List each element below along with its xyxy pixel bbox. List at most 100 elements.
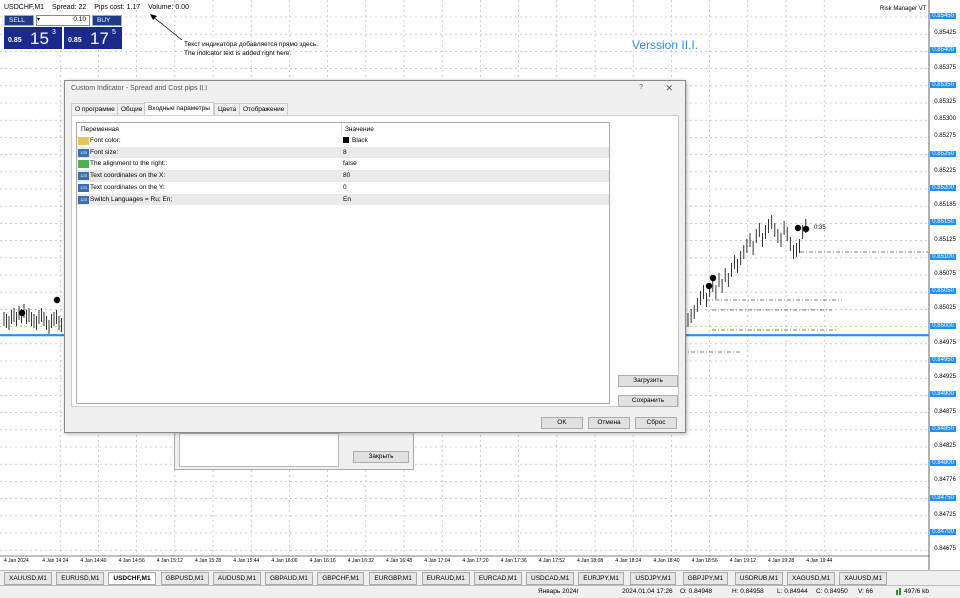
load-button[interactable]: Загрузить [618,375,678,387]
symbol-tab[interactable]: EURUSD,M1 [56,572,105,585]
price-tick-label: 0.85025 [934,305,956,312]
param-value[interactable]: 0 [343,184,347,191]
reset-button[interactable]: Сброс [635,417,677,429]
time-tick-label: 4 Jan 15:28 [195,558,222,564]
price-tick-label: 0.85185 [934,202,956,209]
pips-cost-label: Pips cost: 1.17 [94,4,141,11]
param-value[interactable]: En [343,196,351,203]
price-tick-label: 0.84800 [930,460,956,467]
annotation-en: The indicator text is added right here. [184,50,292,57]
param-value[interactable]: false [343,160,357,167]
time-tick-label: 4 Jan 14:56 [118,558,145,564]
time-tick-label: 4 Jan 17:36 [500,558,527,564]
status-datetime: 2024.01.04 17:26 [622,588,673,595]
param-name: Font size: [90,148,119,156]
param-name: Text coordinates on the X: [90,172,166,180]
price-tick-label: 0.85125 [934,236,956,243]
cancel-button[interactable]: Отмена [588,417,630,429]
param-name: Font color: [90,137,121,144]
buy-button[interactable]: BUY [92,15,122,26]
symbol-tab[interactable]: XAUUSD,M1 [4,572,52,585]
price-tick-label: 0.84776 [934,477,956,484]
price-tick-label: 0.85375 [934,64,956,71]
version-label: Verssion II.I. [632,38,699,52]
buy-price-point: 5 [112,29,116,36]
symbol-tab[interactable]: XAGUSD,M1 [787,572,836,585]
signal-marker [709,274,717,282]
status-traffic: 497/6 kb [904,588,929,595]
param-value[interactable]: Black [343,137,368,144]
price-tick-label: 0.85275 [934,133,956,140]
symbol-tab[interactable]: EURAUD,M1 [421,572,470,585]
table-row[interactable]: 123 Text coordinates on the X: 80 [77,170,609,182]
signal-marker [705,282,713,290]
param-value[interactable]: 8 [343,149,347,156]
symbol-tab[interactable]: USDCHF,M1 [108,572,156,585]
price-tick-label: 0.85450 [930,13,956,19]
close-icon[interactable]: ✕ [665,83,673,94]
table-header: Переменная Значение [77,123,609,135]
symbol-tab[interactable]: GBPUSD,M1 [160,572,209,585]
risk-manager-label: Risk Manager VT [880,6,927,12]
symbol-tab[interactable]: AUDUSD,M1 [212,572,262,585]
signal-marker [53,296,61,304]
sell-button[interactable]: SELL [4,15,34,26]
time-tick-label: 4 Jan 15:44 [233,558,260,564]
symbol-tab[interactable]: GBPCHF,M1 [317,572,365,585]
time-tick-label: 4 Jan 15:12 [156,558,183,564]
price-tick-label: 0.85425 [934,30,956,37]
save-button[interactable]: Сохранить [618,395,678,407]
table-row[interactable]: 123 Switch Languages = Ru; En; En [77,193,609,206]
column-value: Значение [345,126,374,133]
time-tick-label: 4 Jan 17:52 [538,558,565,564]
help-icon[interactable]: ? [639,84,643,91]
time-tick-label: 4 Jan 16:16 [309,558,336,564]
ok-button[interactable]: OK [541,417,583,429]
column-variable: Переменная [81,126,119,133]
symbol-tab[interactable]: USDCAD,M1 [526,572,575,585]
lot-dropdown-icon[interactable]: ▾ [37,16,40,23]
status-month: Январь 2024г [538,588,579,595]
connection-icon [896,588,903,597]
symbol-tab[interactable]: XAUUSD,M1 [839,572,888,585]
price-tick-label: 0.84675 [934,546,956,553]
symbol-tab[interactable]: GBPAUD,M1 [265,572,313,585]
numeric-param-icon: 123 [78,195,89,204]
symbol-tab[interactable]: USDJPY,M1 [630,572,677,585]
tab-inputs[interactable]: Входные параметры [144,102,214,115]
price-tick-label: 0.85200 [930,185,956,191]
symbol-tab[interactable]: GBPJPY,M1 [682,572,729,585]
price-tick-label: 0.85075 [934,271,956,277]
price-tick-label: 0.85400 [930,47,956,54]
price-tick-label: 0.85150 [930,219,956,226]
buy-price-box[interactable]: 0.85 17 5 [64,27,122,49]
sell-price-prefix: 0.85 [8,37,22,44]
symbol-tab[interactable]: EURGBP,M1 [369,572,417,585]
sell-price-box[interactable]: 0.85 15 3 [4,27,62,49]
param-value-text: Black [352,137,368,144]
time-tick-label: 4 Jan 16:48 [386,558,413,564]
table-row[interactable]: The alignment to the right:: false [77,158,609,170]
param-value[interactable]: 80 [343,172,350,179]
tab-about[interactable]: О программе [71,103,119,115]
symbol-tab[interactable]: EURCAD,M1 [473,572,523,585]
close-button[interactable]: Закрыть [353,451,409,463]
symbol-label: USDCHF,M1 [4,4,45,11]
symbol-tab[interactable]: USDRUB,M1 [734,572,784,585]
annotation-arrow [151,15,183,41]
table-row[interactable]: 123 Font size: 8 [77,146,609,159]
price-tick-label: 0.84700 [930,529,956,535]
tab-display[interactable]: Отображение [239,103,289,115]
spread-label: Spread: 22 [52,4,87,11]
price-tick-label: 0.85300 [934,116,956,123]
annotation-ru: Текст индикатора добавляется прямо здесь… [184,41,319,48]
tab-colors[interactable]: Цвета [214,103,241,115]
status-open: O: 0.84948 [680,588,713,595]
lot-size-input[interactable]: 0.10 [36,15,90,26]
timer-label: 0:35 [814,225,826,231]
symbol-tab[interactable]: EURJPY,M1 [578,572,624,585]
price-tick-label: 0.84850 [930,425,956,432]
tab-common[interactable]: Общие [117,103,147,115]
table-row[interactable]: Font color: Black [77,135,609,147]
table-row[interactable]: 123 Text coordinates on the Y: 0 [77,182,609,194]
